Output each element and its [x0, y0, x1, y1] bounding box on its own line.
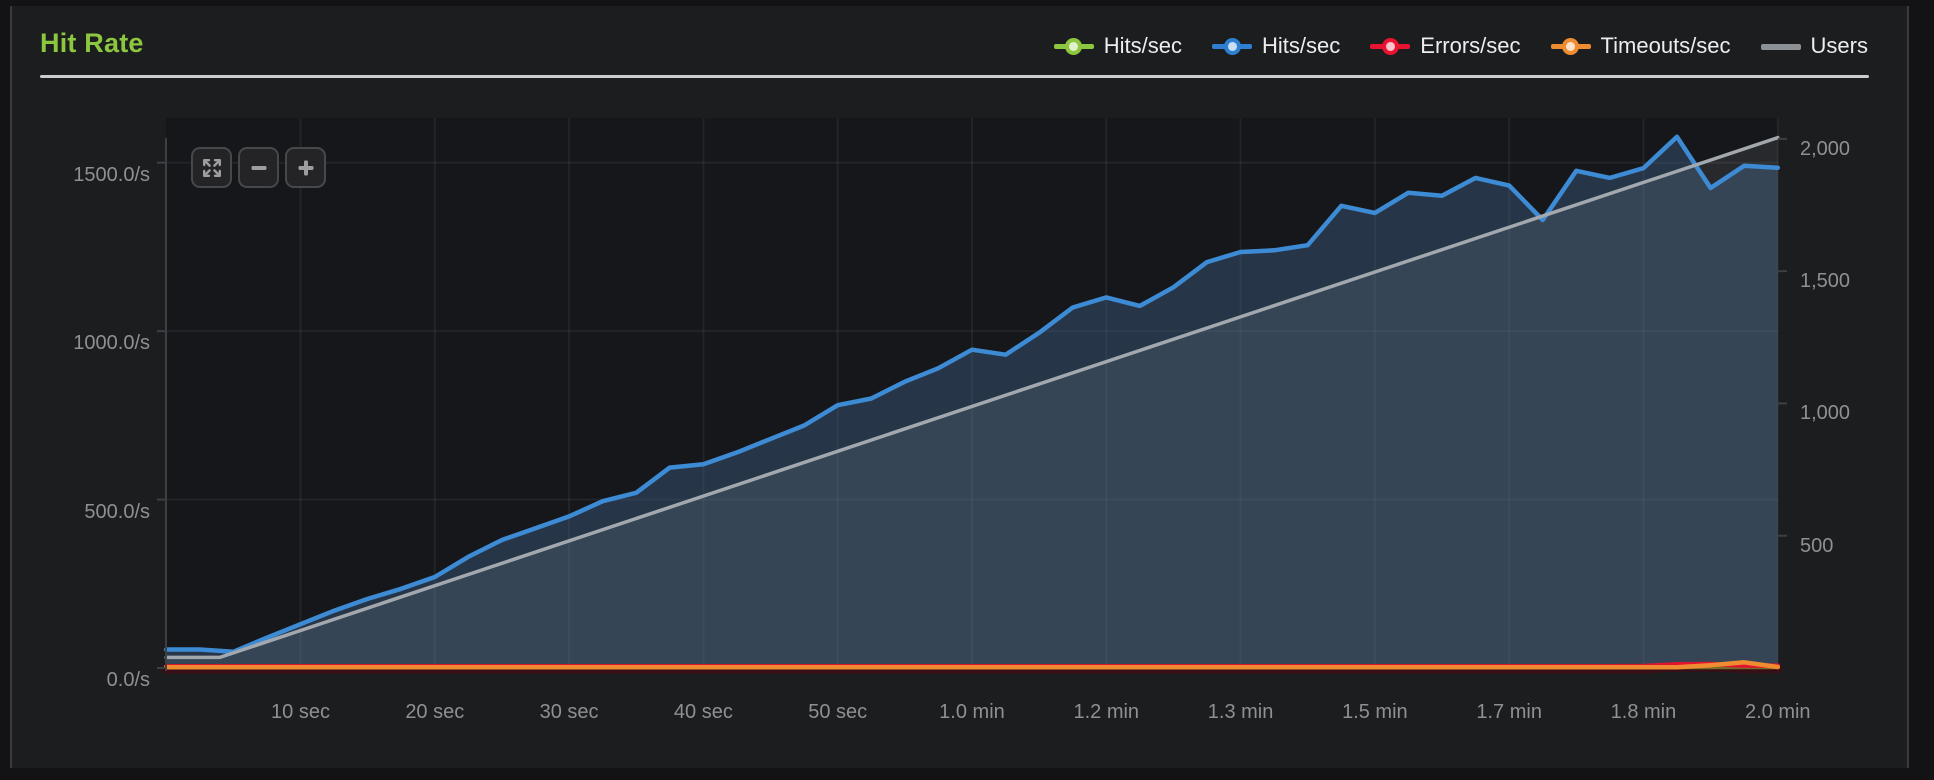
plus-icon	[295, 157, 317, 179]
chart-zoom-controls	[191, 147, 326, 188]
minus-icon	[248, 157, 270, 179]
reset-zoom-button[interactable]	[191, 147, 232, 188]
zoom-in-button[interactable]	[285, 147, 326, 188]
expand-icon	[201, 157, 223, 179]
hit-rate-chart[interactable]	[0, 0, 1934, 780]
hit-rate-widget: Hit Rate Hits/secHits/secErrors/secTimeo…	[0, 0, 1934, 780]
zoom-out-button[interactable]	[238, 147, 279, 188]
